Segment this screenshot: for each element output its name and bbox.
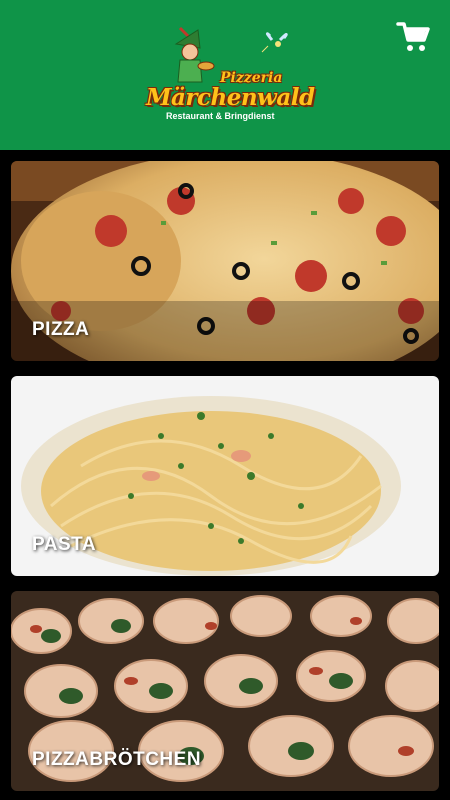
category-card-pizzabroetchen[interactable]: PIZZABRÖTCHEN xyxy=(11,591,439,791)
category-card-pasta[interactable]: PASTA xyxy=(11,376,439,576)
app-header: Pizzeria Märchenwald Restaurant & Bringd… xyxy=(0,0,450,150)
restaurant-logo[interactable]: Pizzeria Märchenwald Restaurant & Bringd… xyxy=(140,22,315,130)
category-card-pizza[interactable]: PIZZA xyxy=(11,161,439,361)
logo-subtitle: Restaurant & Bringdienst xyxy=(166,111,275,121)
category-label: PIZZABRÖTCHEN xyxy=(32,749,202,770)
logo-title-main: Märchenwald xyxy=(146,84,315,111)
shopping-cart-icon xyxy=(396,22,430,51)
category-label: PASTA xyxy=(32,534,97,555)
shopping-cart-button[interactable] xyxy=(396,20,430,54)
category-label: PIZZA xyxy=(32,319,90,340)
